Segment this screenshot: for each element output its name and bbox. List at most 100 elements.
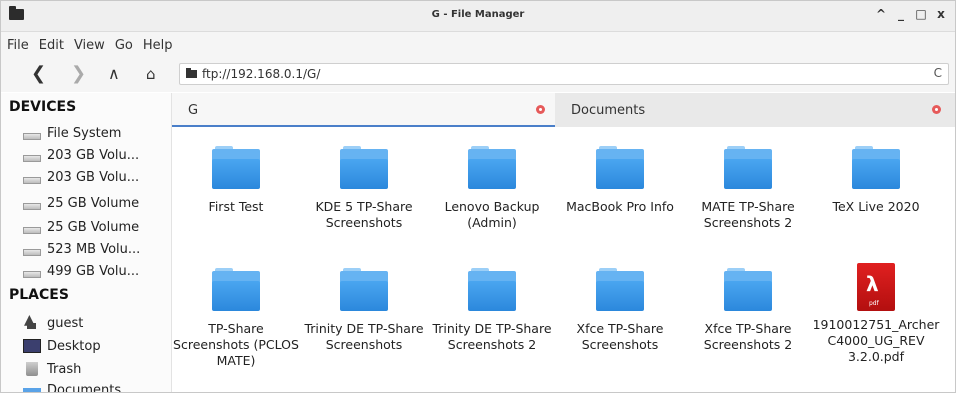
drive-icon: [23, 202, 41, 210]
pdf-file-icon: λ pdf: [857, 263, 895, 311]
sidebar-item-label: Trash: [47, 361, 82, 377]
folder-icon: [340, 146, 388, 189]
sidebar: DEVICES File System 203 GB Volu... 203 G…: [1, 93, 172, 393]
file-item[interactable]: MacBook Pro Info: [556, 146, 684, 215]
minimize-button[interactable]: _: [895, 7, 907, 21]
folder-icon: [186, 68, 197, 78]
documents-folder-icon: [23, 388, 41, 392]
file-name: KDE 5 TP-Share Screenshots: [315, 199, 413, 230]
sidebar-item-volume[interactable]: 523 MB Volu...: [23, 239, 140, 259]
tab-documents[interactable]: Documents: [555, 93, 955, 127]
folder-icon: [852, 146, 900, 189]
sidebar-item-label: Desktop: [47, 338, 101, 354]
drive-icon: [23, 226, 41, 234]
reload-icon[interactable]: C: [934, 66, 942, 80]
desktop-icon: [23, 339, 41, 353]
sidebar-item-label: 25 GB Volume: [47, 195, 140, 211]
sidebar-item-volume[interactable]: 25 GB Volume: [23, 193, 139, 213]
file-item[interactable]: λ pdf 1910012751_Archer C4000_UG_REV 3.2.…: [812, 263, 940, 365]
file-name: Xfce TP-Share Screenshots 2: [703, 321, 793, 352]
home-icon[interactable]: ⌂: [146, 64, 156, 84]
tab-g[interactable]: G: [172, 93, 555, 127]
drive-icon: [23, 176, 41, 184]
folder-icon: [468, 268, 516, 311]
location-input[interactable]: ftp://192.168.0.1/G/ C: [179, 63, 949, 85]
menu-help[interactable]: Help: [138, 38, 178, 53]
file-name: TP-Share Screenshots (PCLOS MATE): [173, 321, 299, 368]
title-bar[interactable]: G - File Manager ^ _ □ x: [1, 1, 955, 32]
file-name: MATE TP-Share Screenshots 2: [701, 199, 795, 230]
shade-button[interactable]: ^: [875, 7, 887, 21]
file-manager-window: G - File Manager ^ _ □ x File Edit View …: [0, 0, 956, 393]
folder-icon: [724, 268, 772, 311]
close-tab-icon[interactable]: [932, 105, 941, 114]
sidebar-item-label: 523 MB Volu...: [47, 241, 141, 257]
drive-icon: [23, 154, 41, 162]
file-item[interactable]: Xfce TP-Share Screenshots 2: [684, 268, 812, 353]
menu-view[interactable]: View: [69, 38, 110, 53]
sidebar-item-label: guest: [47, 315, 84, 331]
folder-icon: [468, 146, 516, 189]
sidebar-item-label: Documents: [47, 382, 122, 393]
drive-icon: [23, 270, 41, 278]
tab-bar: G Documents: [172, 93, 955, 127]
file-item[interactable]: KDE 5 TP-Share Screenshots: [300, 146, 428, 231]
close-tab-icon[interactable]: [536, 105, 545, 114]
file-icon-view: First Test KDE 5 TP-Share Screenshots Le…: [172, 127, 955, 392]
sidebar-item-desktop[interactable]: Desktop: [23, 336, 101, 356]
menu-go[interactable]: Go: [110, 38, 138, 53]
file-item[interactable]: Trinity DE TP-Share Screenshots: [300, 268, 428, 353]
sidebar-item-volume[interactable]: 499 GB Volu...: [23, 261, 139, 281]
sidebar-item-label: File System: [47, 125, 122, 141]
file-item[interactable]: Trinity DE TP-Share Screenshots 2: [428, 268, 556, 353]
folder-icon: [596, 146, 644, 189]
menu-file[interactable]: File: [1, 38, 34, 53]
drive-icon: [23, 248, 41, 256]
sidebar-item-documents[interactable]: Documents: [23, 380, 122, 393]
window-controls: ^ _ □ x: [875, 7, 947, 21]
trash-icon: [26, 362, 38, 376]
file-item[interactable]: Xfce TP-Share Screenshots: [556, 268, 684, 353]
window-title: G - File Manager: [431, 9, 525, 20]
sidebar-item-file-system[interactable]: File System: [23, 123, 121, 143]
toolbar: ❮ ❯ ∧ ⌂ ftp://192.168.0.1/G/ C: [1, 58, 955, 92]
maximize-button[interactable]: □: [915, 7, 927, 21]
drive-icon: [23, 132, 41, 140]
file-item[interactable]: First Test: [172, 146, 300, 215]
folder-icon: [212, 146, 260, 189]
devices-header: DEVICES: [9, 99, 77, 115]
file-item[interactable]: MATE TP-Share Screenshots 2: [684, 146, 812, 231]
menu-bar: File Edit View Go Help: [1, 32, 955, 58]
sidebar-item-guest[interactable]: guest: [23, 312, 84, 333]
forward-arrow-icon[interactable]: ❯: [71, 64, 86, 84]
sidebar-item-label: 203 GB Volu...: [47, 169, 140, 185]
folder-icon: [724, 146, 772, 189]
file-name: First Test: [208, 199, 264, 214]
home-icon: [23, 312, 41, 330]
file-item[interactable]: TP-Share Screenshots (PCLOS MATE): [172, 268, 300, 369]
parent-folder-icon[interactable]: ∧: [108, 64, 120, 84]
tab-label: G: [188, 103, 199, 118]
location-text[interactable]: ftp://192.168.0.1/G/: [202, 67, 320, 81]
close-button[interactable]: x: [935, 7, 947, 21]
sidebar-item-volume[interactable]: 25 GB Volume: [23, 217, 139, 237]
sidebar-item-label: 499 GB Volu...: [47, 263, 140, 279]
folder-icon: [596, 268, 644, 311]
sidebar-item-label: 25 GB Volume: [47, 219, 140, 235]
file-item[interactable]: TeX Live 2020: [812, 146, 940, 215]
sidebar-item-volume[interactable]: 203 GB Volu...: [23, 145, 139, 165]
file-name: TeX Live 2020: [832, 199, 920, 214]
sidebar-item-trash[interactable]: Trash: [23, 359, 81, 379]
places-header: PLACES: [9, 287, 69, 303]
tab-label: Documents: [571, 103, 646, 118]
file-name: MacBook Pro Info: [566, 199, 674, 214]
file-item[interactable]: Lenovo Backup (Admin): [428, 146, 556, 231]
file-name: Trinity DE TP-Share Screenshots 2: [432, 321, 552, 352]
back-arrow-icon[interactable]: ❮: [31, 64, 46, 84]
sidebar-item-volume[interactable]: 203 GB Volu...: [23, 167, 139, 187]
file-name: Lenovo Backup (Admin): [444, 199, 540, 230]
file-name: Xfce TP-Share Screenshots: [576, 321, 664, 352]
menu-edit[interactable]: Edit: [34, 38, 69, 53]
folder-icon: [340, 268, 388, 311]
file-name: Trinity DE TP-Share Screenshots: [304, 321, 424, 352]
